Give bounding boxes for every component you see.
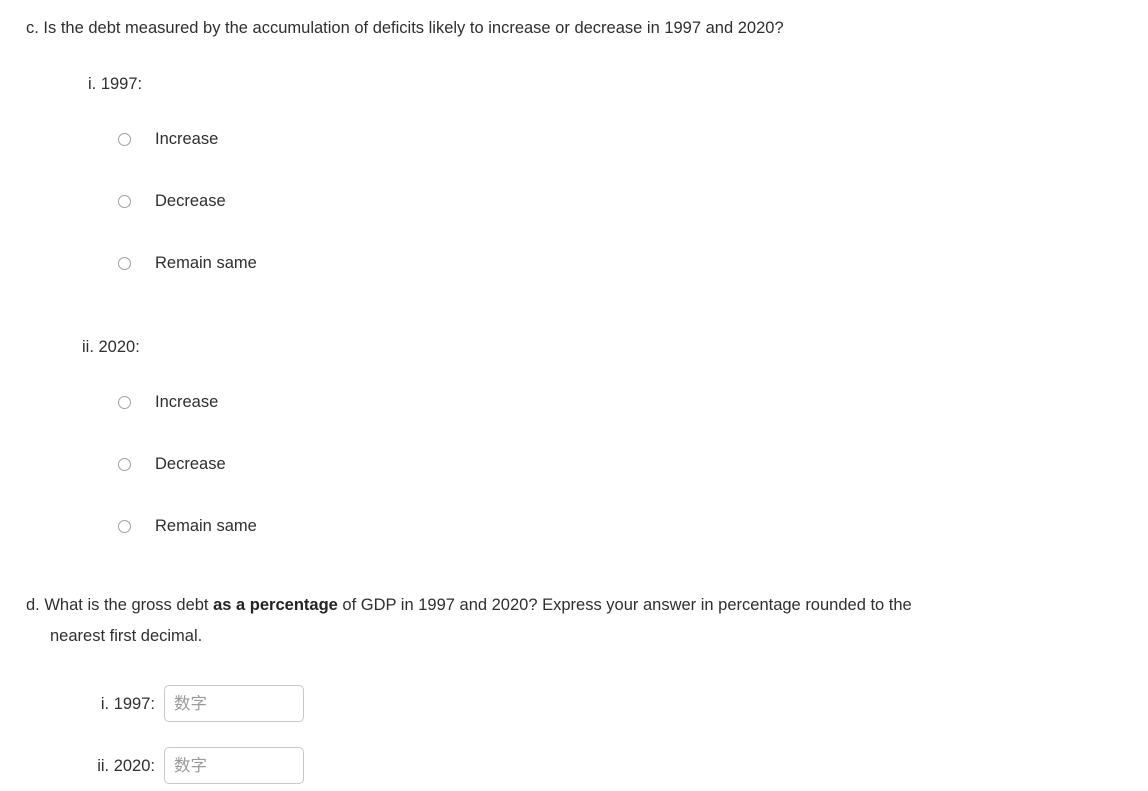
option-label: Decrease: [155, 455, 226, 473]
radio-option-2020-decrease[interactable]: Decrease: [118, 453, 226, 475]
option-label: Remain same: [155, 254, 257, 272]
question-d-prompt-line2: nearest first decimal.: [50, 627, 203, 645]
option-label: Decrease: [155, 192, 226, 210]
subquestion-label-2020: ii. 2020:: [82, 338, 140, 356]
option-label: Increase: [155, 393, 219, 411]
question-c-prompt: c. Is the debt measured by the accumulat…: [26, 19, 784, 37]
radio-option-1997-increase[interactable]: Increase: [118, 128, 218, 150]
radio-icon[interactable]: [118, 132, 131, 146]
radio-option-2020-increase[interactable]: Increase: [118, 391, 218, 413]
answer-label-2020: ii. 2020:: [97, 756, 155, 775]
radio-icon[interactable]: [118, 395, 131, 409]
radio-option-1997-remain-same[interactable]: Remain same: [118, 252, 257, 274]
answer-row-1997: i. 1997:: [81, 685, 304, 722]
answer-row-2020: ii. 2020:: [81, 747, 304, 784]
answer-label-1997: i. 1997:: [100, 694, 155, 713]
subquestion-label-1997: i. 1997:: [88, 75, 143, 93]
option-label: Remain same: [155, 517, 257, 535]
option-label: Increase: [155, 130, 219, 148]
radio-option-2020-remain-same[interactable]: Remain same: [118, 515, 257, 537]
question-d-block: d. What is the gross debt as a percentag…: [26, 590, 1118, 652]
answer-input-2020[interactable]: [164, 747, 304, 784]
radio-icon[interactable]: [118, 457, 131, 471]
radio-icon[interactable]: [118, 194, 131, 208]
question-d-prompt-line1: d. What is the gross debt as a percentag…: [26, 590, 1118, 621]
question-d-text-part2: of GDP in 1997 and 2020? Express your an…: [337, 596, 912, 614]
question-d-text-emphasis: as a percentage: [213, 596, 338, 614]
question-page: c. Is the debt measured by the accumulat…: [0, 0, 1148, 791]
question-c-block: c. Is the debt measured by the accumulat…: [26, 14, 1116, 42]
question-d-text-part1: d. What is the gross debt: [26, 596, 214, 614]
radio-option-1997-decrease[interactable]: Decrease: [118, 190, 226, 212]
answer-input-1997[interactable]: [164, 685, 304, 722]
radio-icon[interactable]: [118, 519, 131, 533]
radio-icon[interactable]: [118, 256, 131, 270]
